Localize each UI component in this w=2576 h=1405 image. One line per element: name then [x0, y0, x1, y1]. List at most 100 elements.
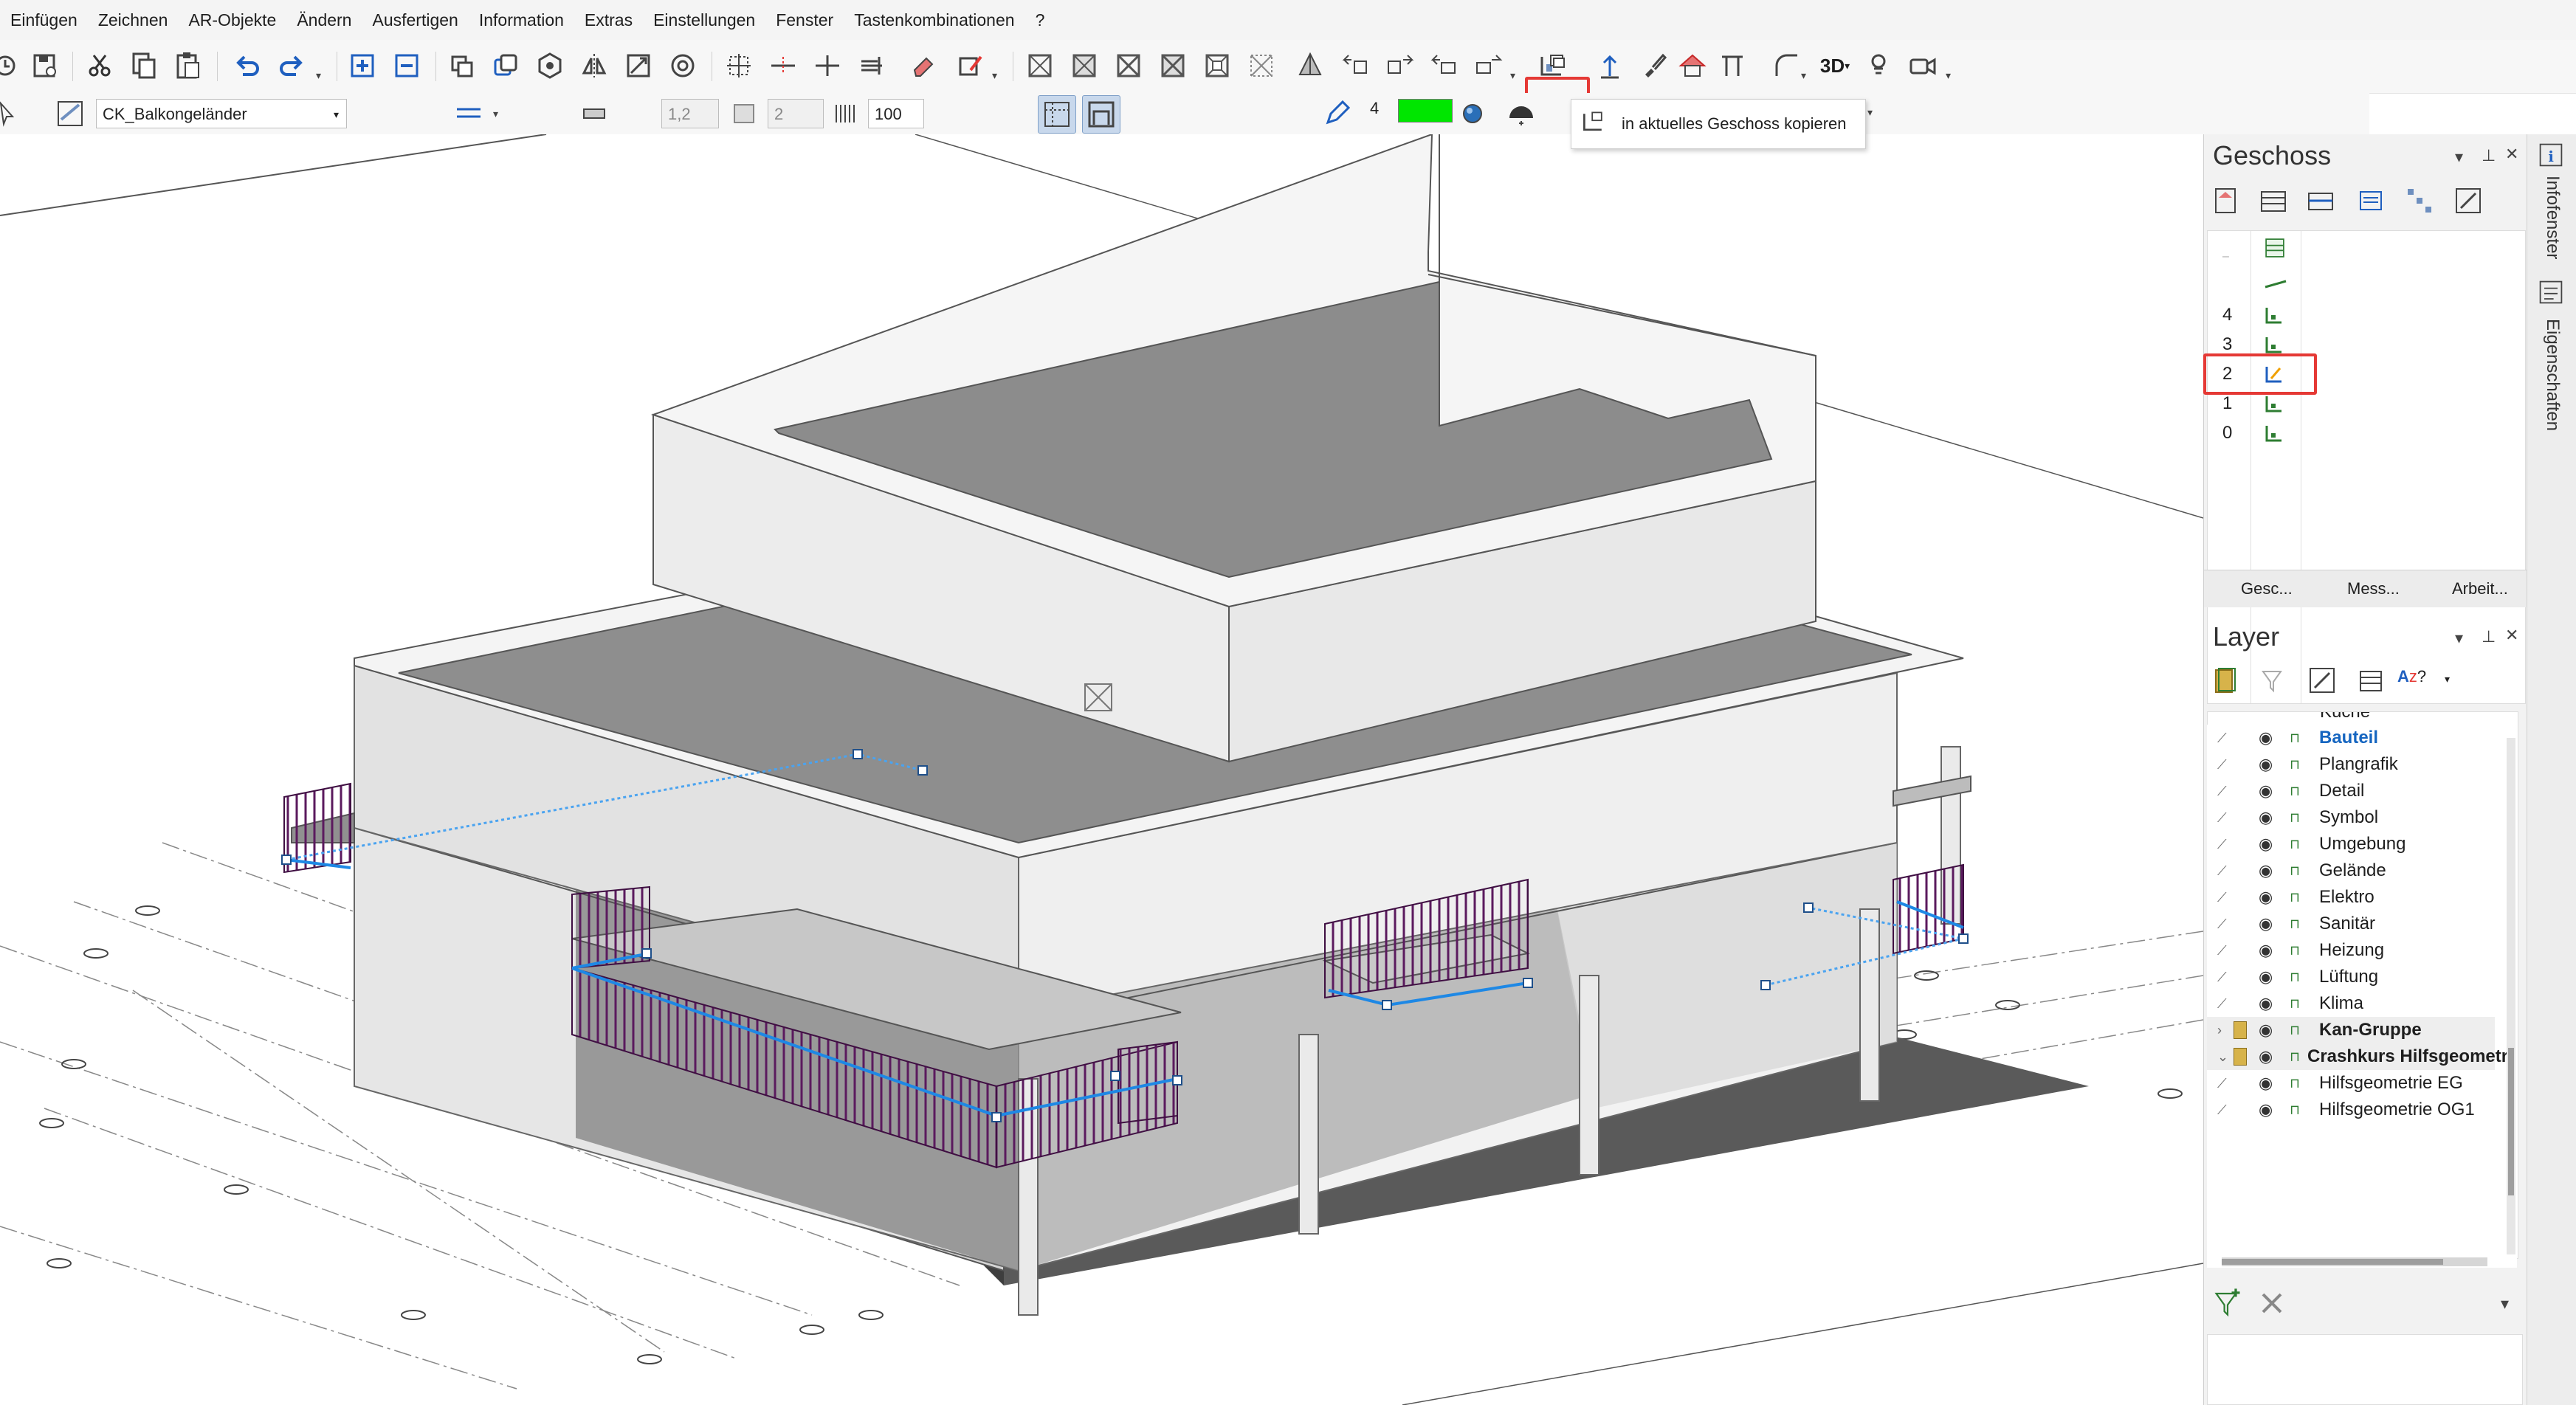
layer-item[interactable]: ⟋ ◉ ⊓ Elektro	[2207, 884, 2495, 911]
split-icon[interactable]	[809, 47, 846, 84]
grid-select-icon[interactable]	[1038, 95, 1076, 134]
save-icon[interactable]	[27, 47, 63, 84]
visibility-eye-icon[interactable]: ◉	[2259, 725, 2273, 751]
view-box4-icon[interactable]	[1154, 47, 1191, 84]
layer-list-icon[interactable]	[2356, 666, 2386, 699]
layer-item-partial[interactable]: Küche	[2208, 712, 2496, 725]
menu-help[interactable]: ?	[1025, 0, 1055, 40]
menu-extras[interactable]: Extras	[574, 0, 643, 40]
light-icon[interactable]	[1860, 47, 1897, 84]
layer-item[interactable]: ⌄ ◉ ⊓ Crashkurs Hilfsgeometr	[2207, 1043, 2508, 1070]
layer-sort-icon[interactable]: Az?	[2397, 667, 2426, 686]
arc-icon[interactable]	[1769, 47, 1805, 84]
view-box6-icon[interactable]	[1243, 47, 1280, 84]
pen-thickness-icon[interactable]	[576, 95, 613, 132]
frame-select-icon[interactable]	[1082, 95, 1120, 134]
camera-icon[interactable]	[1904, 47, 1941, 84]
mirror-icon[interactable]	[576, 47, 613, 84]
floor-structure-icon[interactable]	[2405, 186, 2434, 219]
floor-list-icon[interactable]	[2356, 186, 2386, 219]
filter-remove-icon[interactable]	[2257, 1288, 2287, 1322]
floor-up-icon[interactable]	[1591, 47, 1628, 84]
transfer-3d-icon[interactable]	[1426, 47, 1463, 84]
lock-icon[interactable]: ⊓	[2290, 1043, 2300, 1070]
half-circle-icon[interactable]	[1503, 95, 1540, 132]
lock-icon[interactable]: ⊓	[2290, 725, 2300, 751]
lock-icon[interactable]: ⊓	[2290, 1017, 2300, 1043]
layer-hscrollbar[interactable]	[2222, 1257, 2487, 1266]
layer-pin-icon[interactable]: ⊥	[2482, 627, 2496, 646]
stretch-icon[interactable]	[720, 47, 757, 84]
layer-item[interactable]: ⟋ ◉ ⊓ Detail	[2207, 778, 2495, 804]
layer-item[interactable]: ⟋ ◉ ⊓ Sanitär	[2207, 911, 2495, 937]
pointer-icon[interactable]	[0, 95, 27, 132]
layer-menu-caret[interactable]: ▾	[2455, 629, 2463, 648]
layer-select-icon[interactable]	[52, 95, 89, 132]
layer-filter-icon[interactable]	[2259, 666, 2288, 699]
layer-item[interactable]: ⟋ ◉ ⊓ Hilfsgeometrie EG	[2207, 1070, 2495, 1097]
layer-item[interactable]: ⟋ ◉ ⊓ Hilfsgeometrie OG1	[2207, 1097, 2495, 1123]
visibility-eye-icon[interactable]: ◉	[2259, 1043, 2273, 1070]
transfer-out-icon[interactable]	[1470, 47, 1507, 84]
lock-icon[interactable]: ⊓	[2290, 857, 2300, 884]
filter-caret[interactable]: ▾	[2501, 1294, 2509, 1313]
menu-ausfertigen[interactable]: Ausfertigen	[362, 0, 468, 40]
3d-viewport[interactable]	[0, 134, 2203, 1405]
lock-icon[interactable]: ⊓	[2290, 937, 2300, 964]
history-icon[interactable]	[0, 47, 24, 84]
roof-house-icon[interactable]	[1674, 47, 1711, 84]
lock-icon[interactable]: ⊓	[2290, 1097, 2300, 1123]
scale-icon[interactable]	[620, 47, 657, 84]
layer-item[interactable]: › ◉ ⊓ Kan-Gruppe	[2207, 1017, 2495, 1043]
lock-icon[interactable]: ⊓	[2290, 778, 2300, 804]
tab-arbeitsbereich[interactable]: Arbeit...	[2422, 579, 2508, 598]
modify-icon[interactable]	[952, 47, 989, 84]
layer-item[interactable]: ⟋ ◉ ⊓ Klima	[2207, 990, 2495, 1017]
layer-item[interactable]: ⟋ ◉ ⊓ Plangrafik	[2207, 751, 2495, 778]
copy-icon[interactable]	[125, 47, 162, 84]
lock-icon[interactable]: ⊓	[2290, 911, 2300, 937]
visibility-eye-icon[interactable]: ◉	[2259, 964, 2273, 990]
hatch-icon[interactable]	[827, 95, 864, 132]
visibility-eye-icon[interactable]: ◉	[2259, 751, 2273, 778]
visibility-eye-icon[interactable]: ◉	[2259, 1017, 2273, 1043]
panel-pin-icon[interactable]: ⊥	[2482, 146, 2496, 165]
layer-name-dropdown[interactable]: CK_Balkongeländer ▾	[96, 99, 347, 128]
distort-icon[interactable]	[664, 47, 701, 84]
line-type-icon[interactable]	[450, 95, 487, 132]
tab-geschoss[interactable]: Gesc...	[2208, 579, 2293, 598]
line-style-field[interactable]: 2	[768, 99, 824, 128]
visibility-eye-icon[interactable]: ◉	[2259, 1070, 2273, 1097]
tab-infofenster[interactable]: Infofenster	[2542, 176, 2563, 259]
offset-icon[interactable]	[765, 47, 802, 84]
parallel-lines-icon[interactable]	[853, 47, 890, 84]
visibility-eye-icon[interactable]: ◉	[2259, 1097, 2273, 1123]
redo-icon[interactable]	[273, 47, 310, 84]
pen-icon[interactable]	[1318, 95, 1355, 132]
duplicate-icon[interactable]	[487, 47, 524, 84]
layer-folder-icon[interactable]	[2211, 666, 2241, 699]
add-plus-icon[interactable]	[344, 47, 381, 84]
lock-icon[interactable]: ⊓	[2290, 804, 2300, 831]
view-box2-icon[interactable]	[1066, 47, 1103, 84]
surface-material-icon[interactable]	[1454, 95, 1491, 132]
undo-icon[interactable]	[229, 47, 266, 84]
floor-new-icon[interactable]	[2211, 186, 2241, 219]
panel-close-icon[interactable]: ✕	[2505, 145, 2518, 164]
view-box3-icon[interactable]	[1110, 47, 1147, 84]
remove-minus-icon[interactable]	[388, 47, 425, 84]
line-style-icon[interactable]	[726, 95, 763, 132]
eraser-icon[interactable]	[905, 47, 942, 84]
expand-chevron-icon[interactable]: ›	[2217, 1017, 2222, 1043]
menu-zeichnen[interactable]: Zeichnen	[88, 0, 179, 40]
rotate-icon[interactable]	[531, 47, 568, 84]
column-icon[interactable]	[1714, 47, 1751, 84]
cut-icon[interactable]	[81, 47, 118, 84]
layer-sort-caret[interactable]: ▾	[2445, 673, 2450, 686]
layer-close-icon[interactable]: ✕	[2505, 626, 2518, 645]
menu-ar-objekte[interactable]: AR-Objekte	[178, 0, 286, 40]
floor-stack-icon[interactable]	[2259, 186, 2288, 219]
scale-field[interactable]: 100	[868, 99, 924, 128]
thickness-field[interactable]: 1,2	[661, 99, 719, 128]
layer-item[interactable]: ⟋ ◉ ⊓ Gelände	[2207, 857, 2495, 884]
